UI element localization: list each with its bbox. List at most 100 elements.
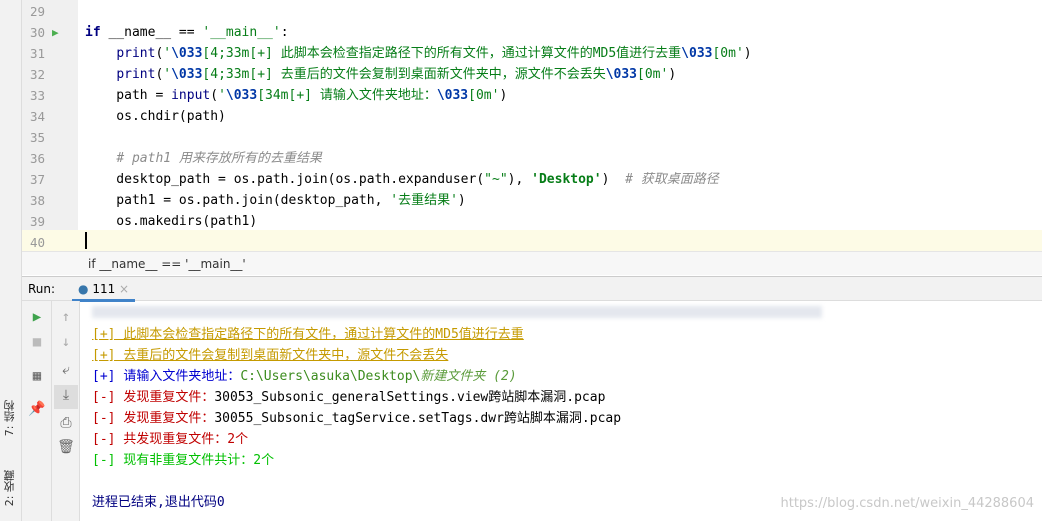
code-token: ' (163, 67, 172, 82)
code-line: os.makedirs(path1) (85, 211, 257, 232)
line-number: 33 (30, 88, 46, 103)
run-gutter-icon[interactable]: ▶ (52, 26, 59, 39)
code-token: '去重结果' (390, 193, 458, 208)
line-number: 37 (30, 172, 46, 187)
console-line: [+] 去重后的文件会复制到桌面新文件夹中，源文件不会丢失 (92, 345, 448, 366)
code-line: desktop_path = os.path.join(os.path.expa… (85, 169, 719, 190)
console-text: [-] 共发现重复文件：2个 (92, 432, 249, 447)
current-line-highlight (22, 230, 1042, 251)
code-token: \033 (171, 67, 203, 82)
print-icon[interactable]: ⎙ (56, 413, 76, 433)
console-text: C:\Users\asuka\Desktop\ (240, 369, 421, 384)
code-token: __name__ == (108, 25, 203, 40)
console-line: [+] 此脚本会检查指定路径下的所有文件，通过计算文件的MD5值进行去重 (92, 324, 524, 345)
console-line: 进程已结束,退出代码0 (92, 492, 225, 513)
rerun-icon[interactable]: ▶ (27, 307, 47, 327)
code-token: ) (668, 67, 677, 82)
code-token: path = (85, 88, 172, 103)
code-line: print('\033[4;33m[+] 此脚本会检查指定路径下的所有文件，通过… (85, 43, 752, 64)
console-text: 发现重复文件： (123, 390, 215, 405)
code-token: print (116, 46, 156, 61)
code-line: path1 = os.path.join(desktop_path, '去重结果… (85, 190, 466, 211)
layout-icon[interactable]: ▦ (27, 366, 47, 386)
tool-window-strip: 7: 结构 2: 收藏 (0, 0, 22, 521)
stop-icon[interactable]: ■ (27, 332, 47, 352)
console-text: [-] (92, 411, 124, 426)
code-token: \033 (436, 88, 469, 103)
code-token: ), (507, 172, 532, 187)
console-text: 进程已结束,退出代码0 (92, 495, 225, 510)
scroll-to-end-icon[interactable]: ⤓ (54, 385, 78, 409)
console-line: [-] 共发现重复文件：2个 (92, 429, 248, 450)
console-toolbar: ↑ ↓ ⤶ ⤓ ⎙ 🗑 (52, 301, 80, 521)
down-arrow-icon[interactable]: ↓ (56, 332, 76, 352)
console-text: 新建文件夹 (2) (420, 369, 517, 384)
run-tab-label: 111 (92, 282, 116, 296)
text-caret (85, 232, 87, 249)
console-text: 30055_Subsonic_tagService.setTags.dwr跨站脚… (214, 411, 622, 426)
console-text: [+] 去重后的文件会复制到桌面新文件夹中，源文件不会丢失 (92, 348, 449, 363)
code-token: [4;33m[+] 去重后的文件会复制到桌面新文件夹中，源文件不会丢失 (202, 67, 606, 82)
code-token: os.chdir(path) (85, 109, 226, 124)
code-token: ) (457, 193, 466, 208)
code-token: 'Desktop' (531, 172, 602, 187)
line-number: 35 (30, 130, 46, 145)
favorites-tab[interactable]: 2: 收藏 (2, 470, 18, 506)
run-tab[interactable]: ● 111 × (72, 277, 136, 302)
console-text: 30053_Subsonic_generalSettings.view跨站脚本漏… (214, 390, 606, 405)
code-token: print (116, 67, 156, 82)
console-text: [-] 现有非重复文件共计：2个 (92, 453, 275, 468)
python-icon: ● (78, 282, 89, 296)
close-icon[interactable]: × (119, 282, 129, 296)
code-token: [0m' (468, 88, 500, 103)
line-number: 29 (30, 4, 46, 19)
up-arrow-icon[interactable]: ↑ (56, 307, 76, 327)
code-token: input (171, 88, 211, 103)
code-token: \033 (225, 88, 258, 103)
console-line: [-] 现有非重复文件共计：2个 (92, 450, 274, 471)
run-label: Run: (28, 282, 56, 296)
code-token: \033 (681, 46, 713, 61)
line-number: 30 (30, 25, 46, 40)
console-line: [+] 请输入文件夹地址：C:\Users\asuka\Desktop\新建文件… (92, 366, 517, 387)
console-text: [-] (92, 390, 124, 405)
code-line: print('\033[4;33m[+] 去重后的文件会复制到桌面新文件夹中，源… (85, 64, 676, 85)
console-line: [-] 发现重复文件：30055_Subsonic_tagService.set… (92, 408, 621, 429)
code-token: "~" (484, 172, 508, 187)
code-token: '__main__' (202, 25, 281, 40)
structure-tab[interactable]: 7: 结构 (2, 400, 18, 436)
soft-wrap-icon[interactable]: ⤶ (56, 360, 76, 380)
code-token: [0m' (637, 67, 669, 82)
line-number: 40 (30, 235, 46, 250)
code-token: ) (601, 172, 626, 187)
line-number: 31 (30, 46, 46, 61)
console-text: [+] 此脚本会检查指定路径下的所有文件，通过计算文件的MD5值进行去重 (92, 327, 524, 342)
line-number: 36 (30, 151, 46, 166)
code-token: path1 = os.path.join(desktop_path, (85, 193, 391, 208)
line-number: 32 (30, 67, 46, 82)
code-token: # 获取桌面路径 (625, 172, 719, 187)
code-token: ' (163, 46, 172, 61)
code-token: ) (743, 46, 752, 61)
code-token: os.makedirs(path1) (85, 214, 258, 229)
code-line: if __name__ == '__main__': (85, 22, 289, 43)
code-token: : (280, 25, 289, 40)
watermark: https://blog.csdn.net/weixin_44288604 (780, 496, 1034, 511)
code-token: # path1 用来存放所有的去重结果 (116, 151, 322, 166)
code-token: \033 (605, 67, 638, 82)
code-token: [0m' (712, 46, 744, 61)
code-token: ) (499, 88, 508, 103)
code-token: if (85, 25, 109, 40)
pin-icon[interactable]: 📌 (27, 399, 47, 419)
code-token: desktop_path = os.path.join(os.path.expa… (85, 172, 485, 187)
run-panel-header: Run: ● 111 × (22, 276, 1042, 302)
code-token: \033 (171, 46, 203, 61)
code-token: [34m[+] 请输入文件夹地址： (257, 88, 437, 103)
trash-icon[interactable]: 🗑 (56, 437, 76, 457)
console-line: [-] 发现重复文件：30053_Subsonic_generalSetting… (92, 387, 605, 408)
breadcrumb[interactable]: if __name__ == '__main__' (22, 251, 1042, 275)
code-token: ' (218, 88, 226, 103)
